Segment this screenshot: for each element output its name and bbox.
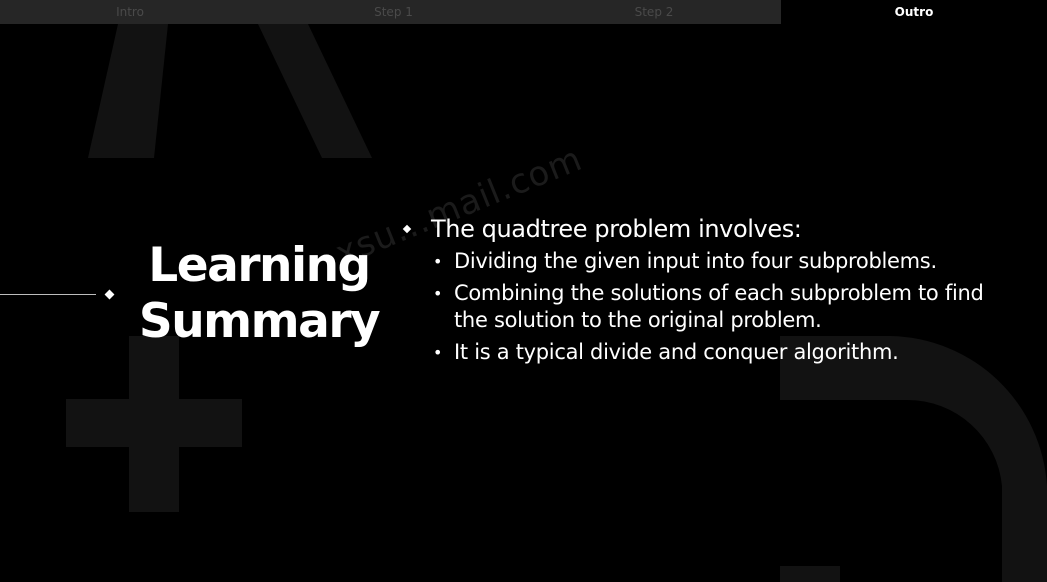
sub-point-item: • Combining the solutions of each subpro…: [400, 280, 1020, 334]
diamond-marker-icon: [104, 289, 115, 300]
sub-point-text: Combining the solutions of each subprobl…: [454, 281, 984, 332]
dot-bullet-icon: •: [433, 343, 443, 362]
dot-bullet-icon: •: [433, 252, 443, 271]
sub-point-text: Dividing the given input into four subpr…: [454, 249, 937, 273]
main-point-text: The quadtree problem involves:: [431, 215, 802, 243]
tab-intro[interactable]: Intro: [0, 0, 260, 24]
tab-step-1[interactable]: Step 1: [260, 0, 527, 24]
background-letter-d-shape: [780, 336, 1047, 582]
sub-point-text: It is a typical divide and conquer algor…: [454, 340, 899, 364]
main-point: The quadtree problem involves:: [400, 212, 1020, 246]
tab-outro[interactable]: Outro: [781, 0, 1047, 24]
sub-point-item: • It is a typical divide and conquer alg…: [400, 339, 1020, 366]
section-tab-bar: Intro Step 1 Step 2 Outro: [0, 0, 1047, 24]
background-plus-shape: [66, 336, 242, 512]
slide-title-line-2: Summary: [138, 294, 381, 349]
slide-stage: Intro Step 1 Step 2 Outro xsu...mail.com…: [0, 0, 1047, 582]
tab-step-2[interactable]: Step 2: [527, 0, 781, 24]
dot-bullet-icon: •: [433, 284, 443, 303]
title-accent-line: [0, 294, 96, 295]
slide-title: Learning Summary: [128, 238, 390, 350]
summary-content: The quadtree problem involves: • Dividin…: [400, 212, 1020, 371]
sub-point-list: • Dividing the given input into four sub…: [400, 248, 1020, 366]
diamond-bullet-icon: [402, 224, 412, 234]
slide-title-line-1: Learning: [148, 238, 371, 293]
sub-point-item: • Dividing the given input into four sub…: [400, 248, 1020, 275]
background-letter-a-shape: [88, 24, 378, 160]
